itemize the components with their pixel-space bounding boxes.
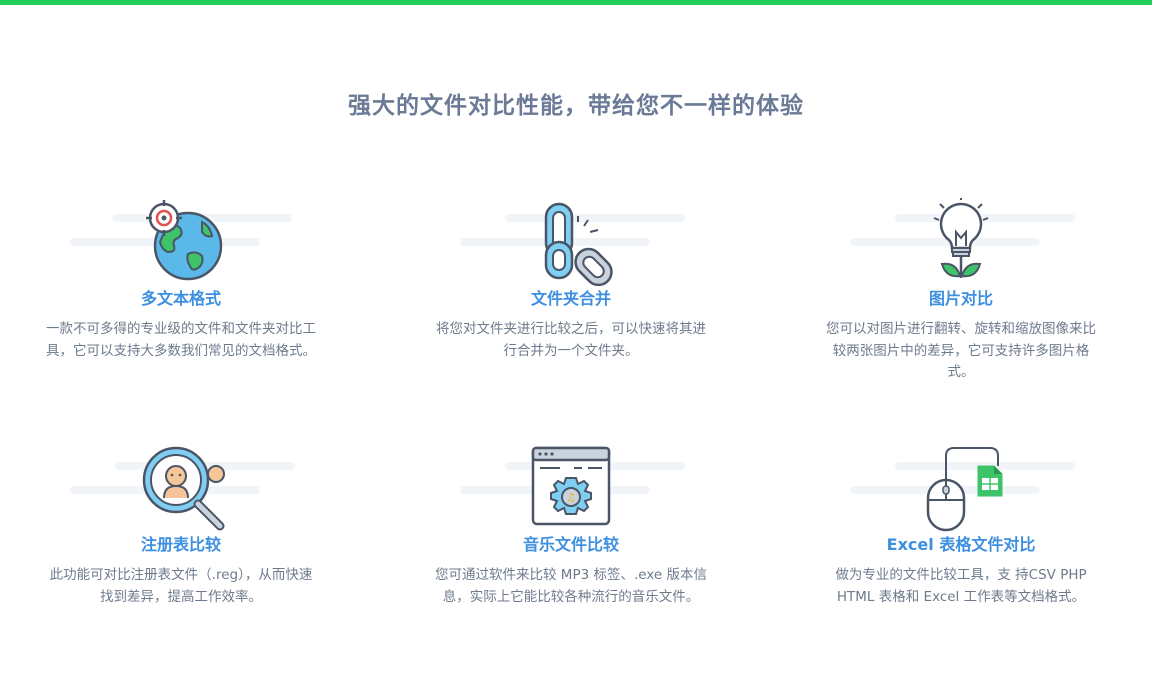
feature-description: 将您对文件夹进行比较之后，可以快速将其进 行合并为一个文件夹。 bbox=[411, 319, 731, 362]
feature-title: 音乐文件比较 bbox=[522, 535, 619, 554]
desc-line: 将您对文件夹进行比较之后，可以快速将其进 bbox=[436, 321, 706, 337]
desc-line: 较两张图片中的差异，它可支持许多图片格 bbox=[832, 342, 1090, 359]
feature-description: 此功能可对比注册表文件（.reg），从而快速 找到差异，提高工作效率。 bbox=[21, 565, 341, 608]
feature-description: 做为专业的文件比较工具，支 持CSV PHP HTML 表格和 Excel 工作… bbox=[801, 565, 1121, 608]
desc-line: 行合并为一个文件夹。 bbox=[503, 342, 639, 359]
page-title: 强大的文件对比性能，带给您不一样的体验 bbox=[348, 93, 804, 119]
desc-line: 式。 bbox=[947, 364, 975, 380]
feature-excel-compare: Excel 表格文件对比 做为专业的文件比较工具，支 持CSV PHP HTML… bbox=[801, 444, 1121, 608]
feature-title: 图片对比 bbox=[928, 289, 993, 308]
feature-title: Excel 表格文件对比 bbox=[886, 535, 1036, 554]
feature-title: 多文本格式 bbox=[140, 289, 221, 308]
mouse-spreadsheet-icon bbox=[926, 447, 1003, 532]
lightbulb-icon bbox=[933, 198, 989, 278]
feature-description: 您可通过软件来比较 MP3 标签、.exe 版本信 息，实际上它能比较各种流行的… bbox=[411, 565, 731, 608]
top-accent-bar bbox=[0, 0, 1152, 5]
desc-line: 具，它可以支持大多数我们常见的文档格式。 bbox=[46, 342, 316, 359]
desc-line: HTML 表格和 Excel 工作表等文档格式。 bbox=[836, 588, 1086, 605]
browser-gear-icon: ♫ bbox=[531, 446, 611, 526]
feature-music-compare: ♫ 音乐文件比较 您可通过软件来比较 MP3 标签、.exe 版本信 息，实际上… bbox=[411, 444, 731, 608]
feature-image-compare: 图片对比 您可以对图片进行翻转、旋转和缩放图像来比 较两张图片中的差异，它可支持… bbox=[801, 198, 1121, 384]
feature-title: 文件夹合并 bbox=[530, 289, 611, 308]
feature-description: 一款不可多得的专业级的文件和文件夹对比工 具，它可以支持大多数我们常见的文档格式… bbox=[21, 319, 341, 362]
feature-registry-compare: 注册表比较 此功能可对比注册表文件（.reg），从而快速 找到差异，提高工作效率… bbox=[21, 444, 341, 608]
feature-multi-format: 多文本格式 一款不可多得的专业级的文件和文件夹对比工 具，它可以支持大多数我们常… bbox=[21, 198, 341, 362]
magnifier-faces-icon bbox=[142, 446, 225, 531]
desc-line: 此功能可对比注册表文件（.reg），从而快速 bbox=[49, 567, 313, 583]
desc-line: 您可通过软件来比较 MP3 标签、.exe 版本信 bbox=[435, 567, 707, 583]
desc-line: 找到差异，提高工作效率。 bbox=[100, 588, 262, 605]
desc-line: 一款不可多得的专业级的文件和文件夹对比工 bbox=[46, 321, 316, 337]
desc-line: 您可以对图片进行翻转、旋转和缩放图像来比 bbox=[826, 321, 1096, 337]
feature-description: 您可以对图片进行翻转、旋转和缩放图像来比 较两张图片中的差异，它可支持许多图片格… bbox=[801, 319, 1121, 384]
chain-link-icon bbox=[544, 202, 613, 287]
desc-line: 做为专业的文件比较工具，支 持CSV PHP bbox=[835, 567, 1087, 583]
desc-line: 息，实际上它能比较各种流行的音乐文件。 bbox=[442, 588, 700, 605]
feature-folder-merge: 文件夹合并 将您对文件夹进行比较之后，可以快速将其进 行合并为一个文件夹。 bbox=[411, 198, 731, 362]
svg-text:♫: ♫ bbox=[566, 491, 576, 504]
feature-title: 注册表比较 bbox=[140, 535, 221, 554]
globe-target-icon bbox=[146, 200, 223, 281]
